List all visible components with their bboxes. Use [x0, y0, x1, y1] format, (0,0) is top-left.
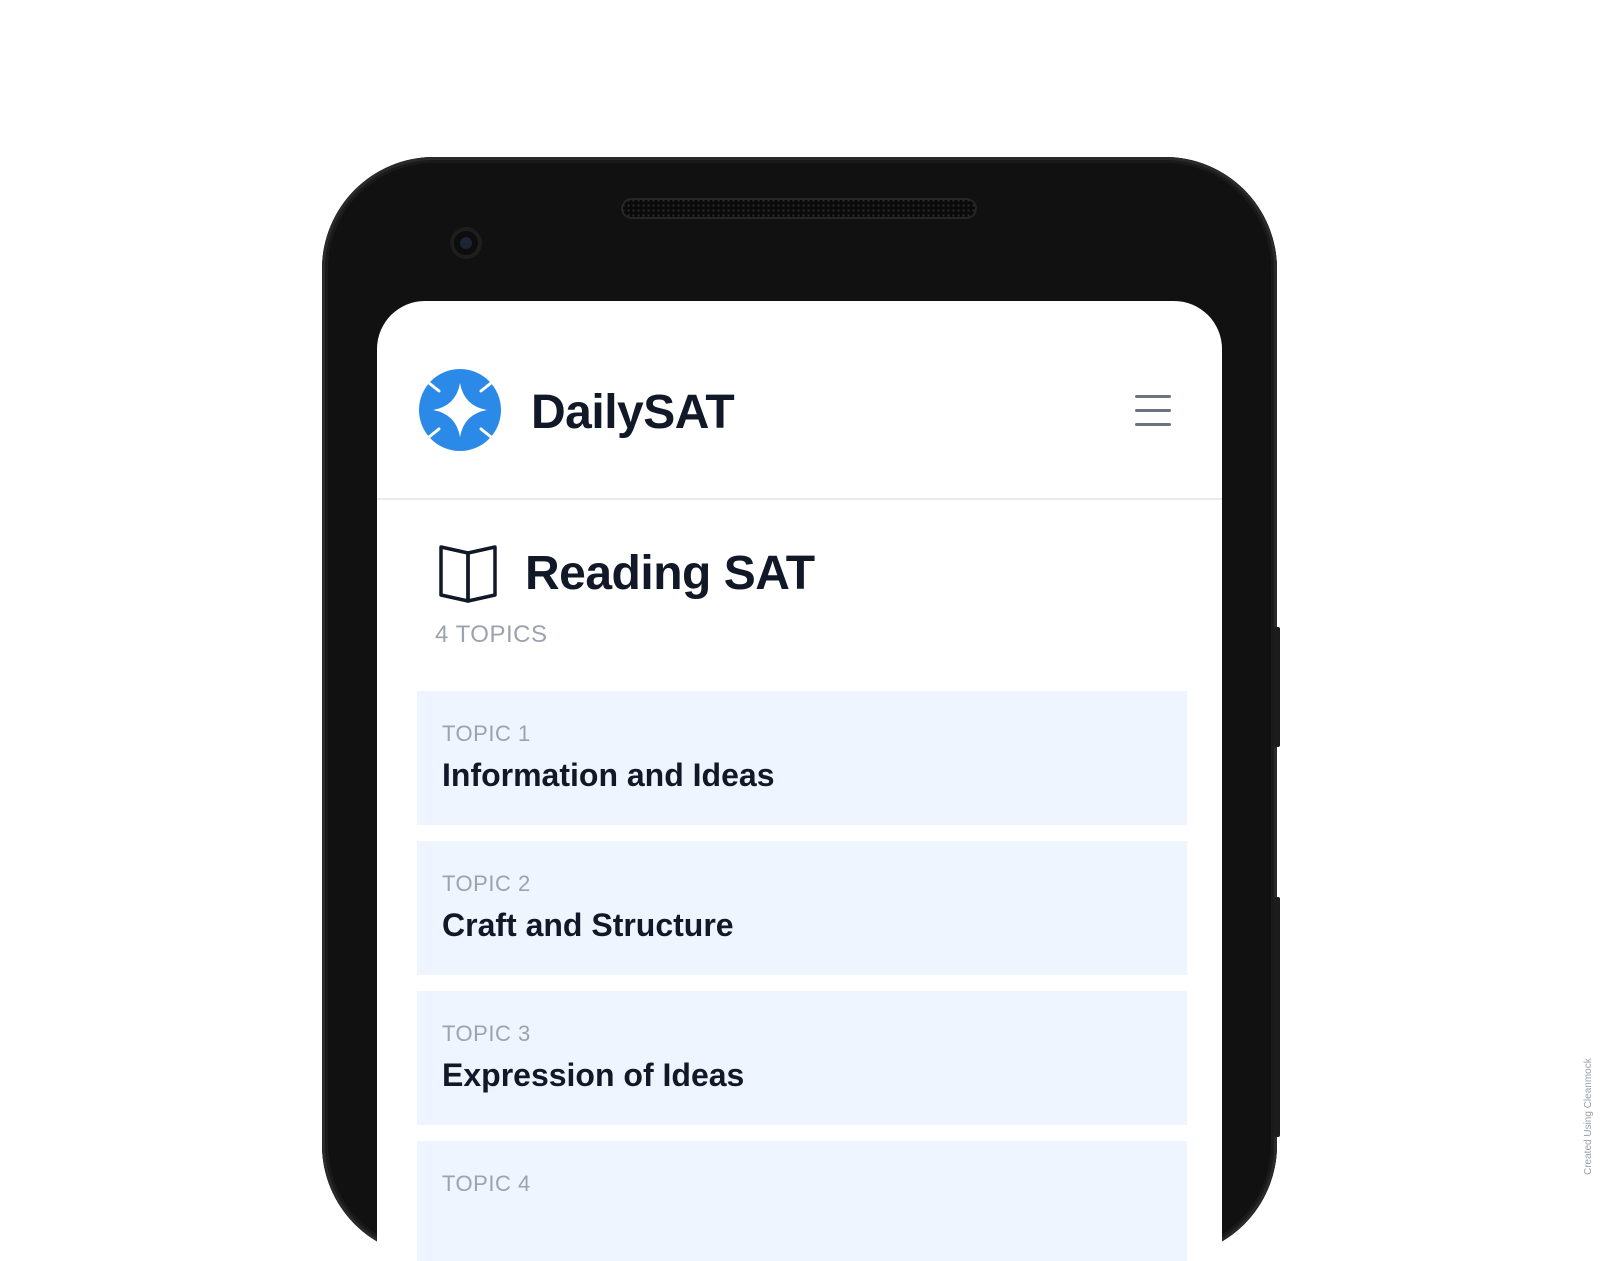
topic-label: TOPIC 4	[442, 1171, 531, 1196]
phone-side-button-top	[1274, 627, 1280, 747]
diamond-star-logo-icon[interactable]	[419, 369, 501, 451]
hamburger-menu-icon	[1135, 395, 1171, 398]
topic-name: Craft and Structure	[442, 907, 734, 943]
hamburger-menu-button[interactable]	[1133, 393, 1173, 429]
topic-name: Information and Ideas	[442, 757, 775, 793]
front-camera-icon	[450, 227, 482, 259]
topic-label: TOPIC 3	[442, 1021, 531, 1046]
open-book-icon	[439, 545, 497, 603]
app-header: DailySAT	[377, 301, 1222, 500]
app-screen: DailySAT Reading SAT 4 TOPICS TOPIC 1 In…	[377, 301, 1222, 1261]
topic-name: Expression of Ideas	[442, 1057, 745, 1093]
topic-card-1[interactable]: TOPIC 1 Information and Ideas	[417, 691, 1187, 825]
section-title: Reading SAT	[525, 547, 815, 600]
phone-side-button-bottom	[1274, 897, 1280, 1137]
topic-card-4[interactable]: TOPIC 4	[417, 1141, 1187, 1261]
topic-label: TOPIC 1	[442, 721, 531, 746]
hamburger-menu-icon-bottom	[1135, 423, 1171, 426]
phone-speaker-grille	[621, 198, 977, 219]
phone-frame: DailySAT Reading SAT 4 TOPICS TOPIC 1 In…	[322, 157, 1280, 1261]
topic-count: 4 TOPICS	[435, 621, 548, 648]
app-title: DailySAT	[531, 386, 735, 439]
watermark: Created Using Cleanmock	[1583, 1058, 1594, 1175]
hamburger-menu-icon-middle	[1135, 409, 1171, 412]
topic-card-3[interactable]: TOPIC 3 Expression of Ideas	[417, 991, 1187, 1125]
topic-label: TOPIC 2	[442, 871, 531, 896]
topic-card-2[interactable]: TOPIC 2 Craft and Structure	[417, 841, 1187, 975]
